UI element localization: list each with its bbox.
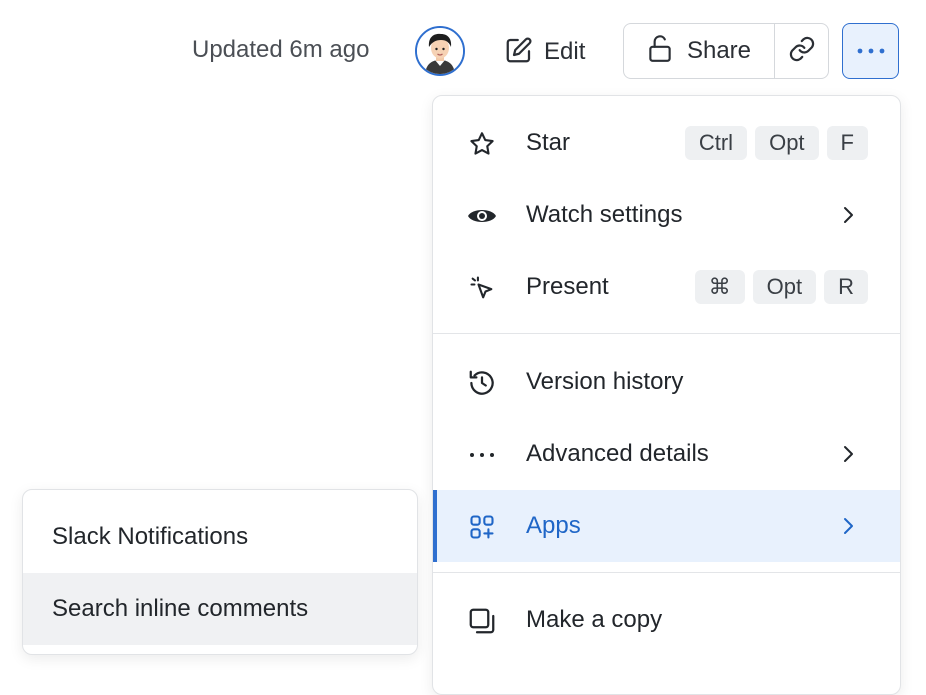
menu-divider <box>433 333 900 334</box>
keyboard-shortcut: Ctrl Opt F <box>684 126 868 160</box>
link-icon <box>788 35 816 68</box>
unlock-icon <box>647 34 673 69</box>
menu-item-label: Star <box>526 129 571 156</box>
menu-item-present[interactable]: Present ⌘ Opt R <box>433 251 900 323</box>
menu-item-advanced-details[interactable]: Advanced details <box>433 418 900 490</box>
submenu-item-label: Slack Notifications <box>52 523 249 550</box>
eye-icon <box>467 201 497 231</box>
menu-item-label: Advanced details <box>526 440 709 467</box>
menu-item-watch-settings[interactable]: Watch settings <box>433 179 900 251</box>
avatar-illustration <box>417 28 463 74</box>
avatar[interactable] <box>415 26 465 76</box>
submenu-item-slack-notifications[interactable]: Slack Notifications <box>23 501 417 573</box>
menu-divider <box>433 572 900 573</box>
menu-item-label: Make a copy <box>526 606 663 633</box>
updated-timestamp: Updated 6m ago <box>192 36 370 63</box>
shortcut-key: Ctrl <box>684 126 748 160</box>
more-horizontal-icon <box>856 42 886 60</box>
more-options-menu: Star Ctrl Opt F Watch settings Present ⌘… <box>432 95 901 695</box>
menu-item-label: Apps <box>526 512 581 539</box>
apps-submenu: Slack Notifications Search inline commen… <box>22 489 418 655</box>
chevron-right-icon <box>837 514 859 543</box>
edit-pencil-icon <box>504 35 534 70</box>
shortcut-key: F <box>826 126 868 160</box>
copy-icon <box>467 606 497 636</box>
edit-button[interactable]: Edit <box>504 35 585 69</box>
history-icon <box>467 368 497 398</box>
more-options-button[interactable] <box>842 23 899 79</box>
menu-item-star[interactable]: Star Ctrl Opt F <box>433 107 900 179</box>
share-button[interactable]: Share <box>624 24 775 78</box>
share-button-group: Share <box>623 23 829 79</box>
menu-item-label: Version history <box>526 368 684 395</box>
share-button-label: Share <box>686 37 752 64</box>
keyboard-shortcut: ⌘ Opt R <box>694 270 868 304</box>
menu-item-make-a-copy[interactable]: Make a copy <box>433 584 900 656</box>
more-dots-icon <box>467 440 497 470</box>
shortcut-key: Opt <box>755 126 819 160</box>
menu-item-label: Present <box>526 273 609 300</box>
copy-link-button[interactable] <box>775 24 828 78</box>
star-icon <box>467 129 497 159</box>
present-pointer-icon <box>467 273 497 303</box>
shortcut-key: R <box>824 270 868 304</box>
menu-item-apps[interactable]: Apps <box>433 490 900 562</box>
shortcut-key: ⌘ <box>694 270 745 304</box>
shortcut-key: Opt <box>752 270 817 304</box>
submenu-item-search-inline-comments[interactable]: Search inline comments <box>23 573 417 645</box>
apps-icon <box>467 512 497 542</box>
submenu-item-label: Search inline comments <box>52 595 309 622</box>
page-header: Updated 6m ago Edit Share <box>0 0 926 100</box>
menu-item-label: Watch settings <box>526 201 683 228</box>
chevron-right-icon <box>837 203 859 232</box>
edit-button-label: Edit <box>544 38 586 65</box>
chevron-right-icon <box>837 442 859 471</box>
menu-item-version-history[interactable]: Version history <box>433 346 900 418</box>
